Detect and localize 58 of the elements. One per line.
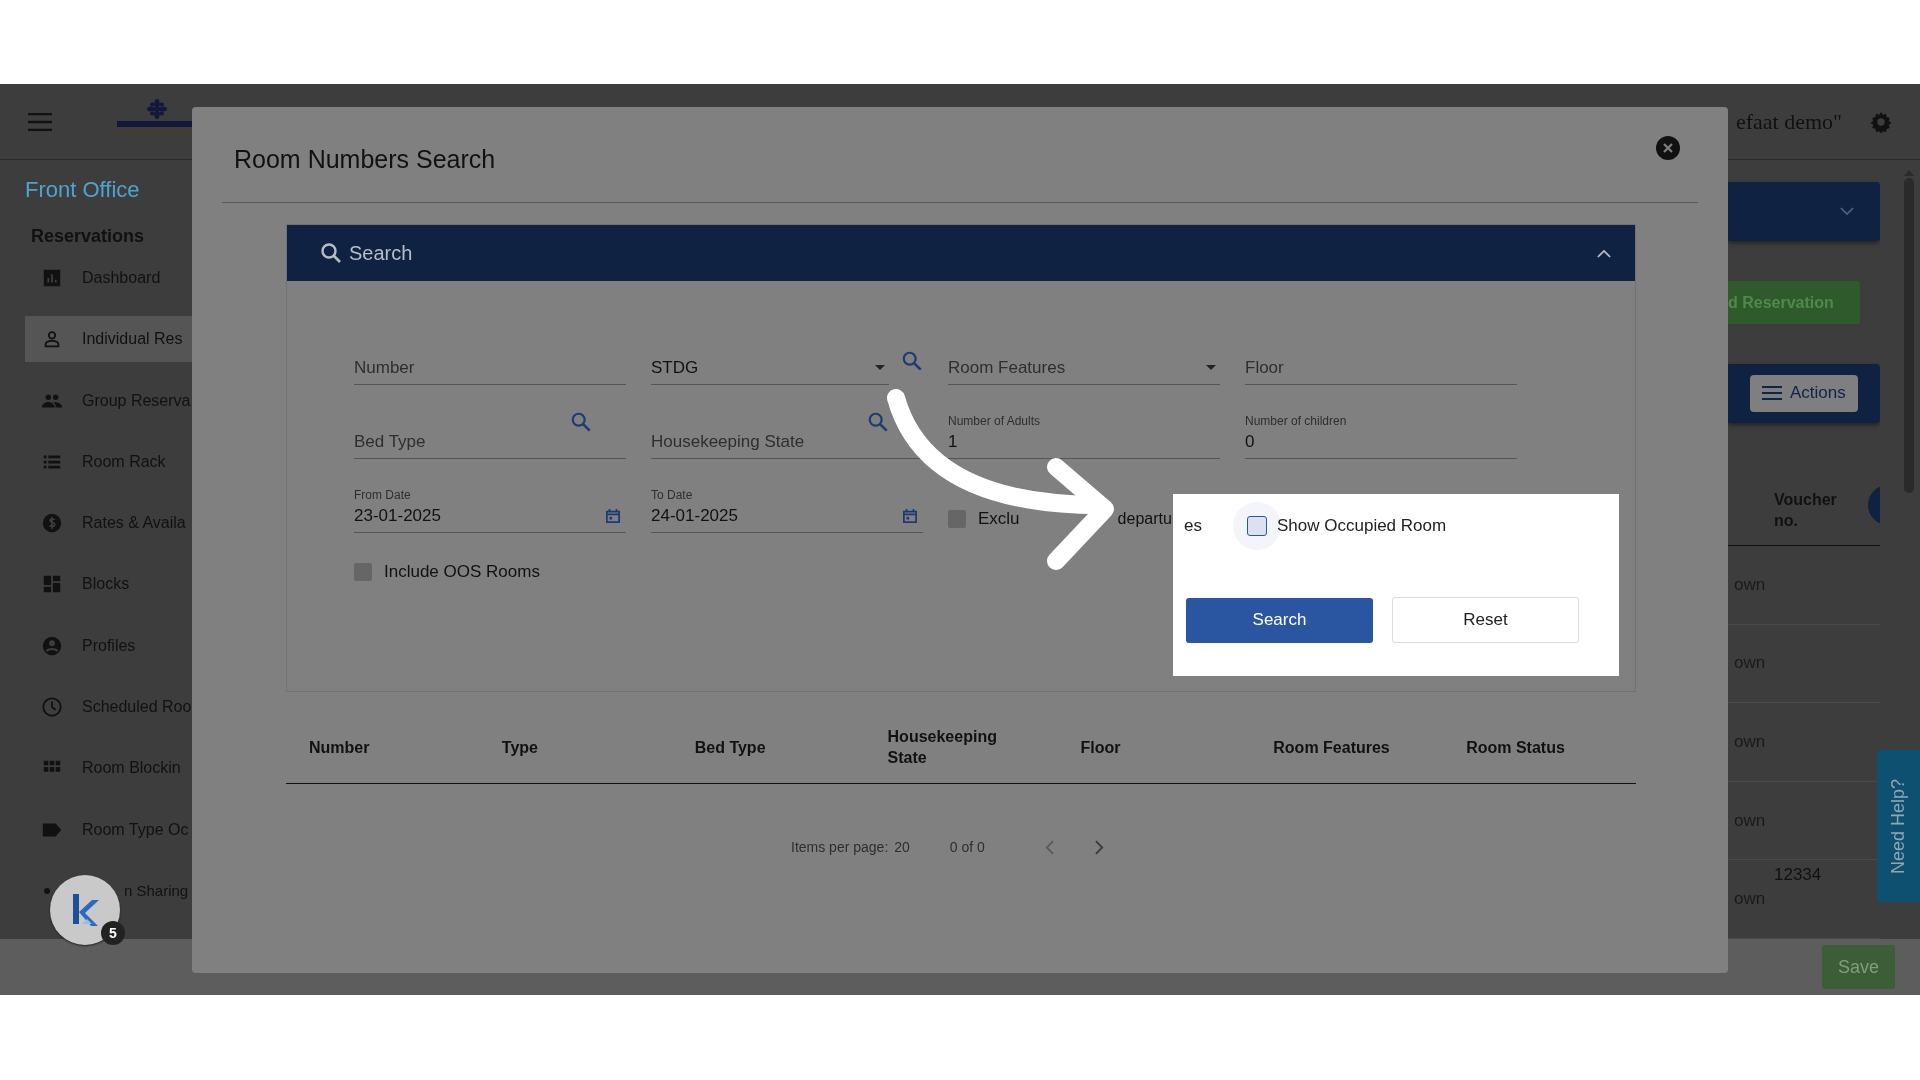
dropdown-arrow-icon [1206, 365, 1216, 370]
chevron-down-icon [1840, 207, 1854, 217]
checkbox-label: departu [1117, 510, 1172, 528]
panel-header[interactable]: Search [287, 225, 1635, 281]
column-header: Floor [1080, 737, 1121, 758]
logo-icon [70, 892, 100, 928]
checkbox[interactable] [354, 563, 372, 581]
search-icon [319, 241, 343, 265]
items-per-page-label: Items per page: [791, 839, 889, 855]
dot-icon [44, 887, 50, 894]
clock-icon [41, 696, 63, 719]
column-header: Housekeeping State [887, 727, 998, 768]
checkbox-label: Show Occupied Room [1277, 515, 1447, 536]
column-header: Bed Type [694, 737, 766, 758]
menu-icon [1762, 386, 1782, 401]
checkbox-label: es [1184, 515, 1203, 536]
checkbox-label: Include OOS Rooms [384, 562, 540, 582]
search-icon[interactable] [570, 411, 592, 433]
column-header: Type [501, 737, 538, 758]
dialog-title: Room Numbers Search [234, 145, 496, 174]
dropdown-field[interactable]: Room Features [948, 327, 1220, 385]
date-field[interactable]: From Date 23-01-2025 [354, 475, 626, 533]
input-field[interactable]: Number [354, 327, 626, 385]
settings-icon[interactable] [1870, 110, 1892, 133]
reset-button[interactable]: Reset [1392, 597, 1579, 643]
next-page-icon[interactable] [1094, 839, 1104, 855]
search-icon[interactable] [867, 411, 889, 433]
calendar-icon[interactable] [903, 509, 917, 523]
dollar-icon [41, 512, 63, 535]
actions-button[interactable]: Actions [1750, 374, 1858, 412]
help-tab[interactable]: Need Help? [1877, 750, 1920, 902]
column-header: Room Features [1273, 737, 1390, 758]
input-field[interactable]: Bed Type [354, 401, 626, 459]
close-icon[interactable] [1656, 135, 1680, 160]
input-field[interactable]: Floor [1245, 327, 1517, 385]
column-header: Number [309, 737, 370, 758]
dropdown-field[interactable]: STDG [651, 327, 889, 385]
search-icon[interactable] [901, 350, 923, 372]
column-header: Room Status [1466, 737, 1565, 758]
checkbox[interactable] [948, 510, 966, 528]
search-button[interactable]: Search [1186, 597, 1373, 643]
input-field[interactable]: Housekeeping State [651, 401, 923, 459]
sidebar-item[interactable]: Individual Res [25, 316, 192, 363]
module-title: Front Office [25, 177, 141, 203]
page-range: 0 of 0 [949, 839, 985, 855]
checkbox-label: Exclu [978, 509, 1020, 529]
save-button[interactable]: Save [1821, 945, 1895, 989]
date-field[interactable]: To Date 24-01-2025 [651, 475, 923, 533]
chart-icon [41, 267, 63, 289]
account-icon [41, 634, 63, 657]
dropdown-arrow-icon [875, 365, 885, 370]
previous-page-icon[interactable] [1044, 839, 1054, 855]
page-size-select[interactable]: 20 [894, 839, 910, 855]
input-field[interactable]: Number of Adults 1 [948, 401, 1220, 459]
menu-icon[interactable] [28, 112, 52, 131]
calendar-icon[interactable] [606, 509, 620, 523]
input-field[interactable]: Number of children 0 [1245, 401, 1517, 459]
checkbox[interactable] [1247, 515, 1267, 536]
